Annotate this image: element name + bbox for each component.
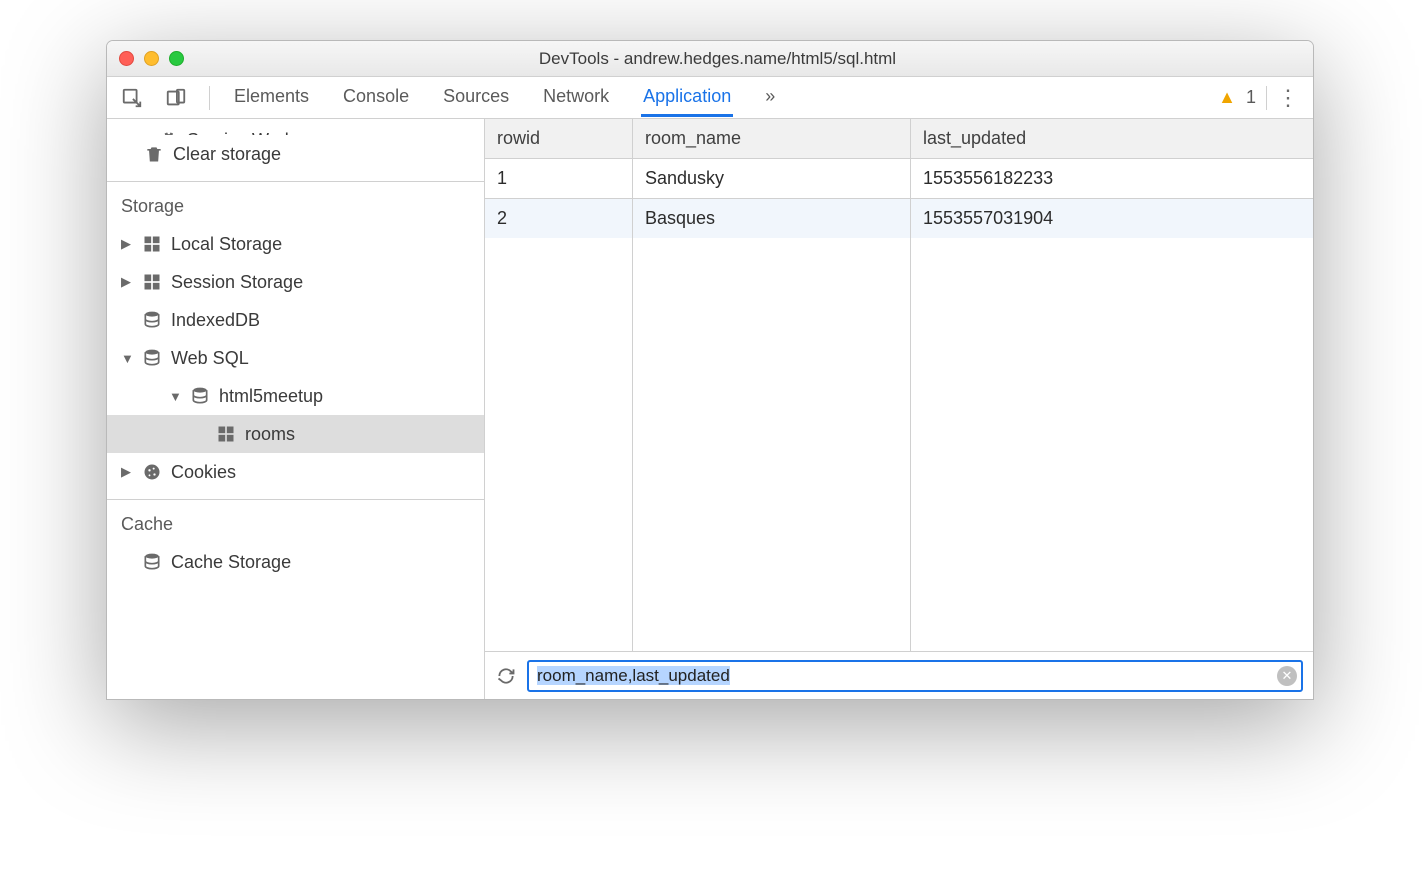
chevron-right-icon: ▶ xyxy=(121,236,133,252)
devtools-toolbar: Elements Console Sources Network Applica… xyxy=(107,77,1313,119)
tab-overflow-icon[interactable]: » xyxy=(763,78,777,117)
sidebar-item-table-rooms[interactable]: rooms xyxy=(107,415,484,453)
toolbar-divider xyxy=(209,86,210,110)
columns-filter-input[interactable] xyxy=(527,660,1303,692)
tab-elements[interactable]: Elements xyxy=(232,78,311,117)
table-cell[interactable]: 1553557031904 xyxy=(911,199,1313,238)
sidebar-item-clear-storage[interactable]: Clear storage xyxy=(107,135,484,173)
database-icon xyxy=(141,347,163,369)
clear-input-icon[interactable]: ✕ xyxy=(1277,666,1297,686)
application-sidebar: Service Workers Clear storage Storage ▶ … xyxy=(107,119,485,699)
sidebar-item-web-sql[interactable]: ▼ Web SQL xyxy=(107,339,484,377)
refresh-icon[interactable] xyxy=(495,665,517,687)
chevron-right-icon: ▶ xyxy=(121,274,133,290)
column-header-last-updated[interactable]: last_updated xyxy=(911,119,1313,159)
table-cell[interactable]: Sandusky xyxy=(633,159,911,199)
table-cell[interactable]: 1553556182233 xyxy=(911,159,1313,199)
gear-icon xyxy=(157,129,179,135)
sidebar-item-database[interactable]: ▼ html5meetup xyxy=(107,377,484,415)
warning-icon[interactable]: ▲ xyxy=(1218,87,1236,108)
sidebar-item-service-workers[interactable]: Service Workers xyxy=(107,125,484,135)
table-column-spacer xyxy=(633,238,911,651)
sidebar-item-label: Clear storage xyxy=(173,144,281,165)
sidebar-item-local-storage[interactable]: ▶ Local Storage xyxy=(107,225,484,263)
sidebar-section-cache: Cache xyxy=(107,506,484,543)
chevron-down-icon: ▼ xyxy=(121,351,133,366)
devtools-window: DevTools - andrew.hedges.name/html5/sql.… xyxy=(106,40,1314,700)
panel-tabs: Elements Console Sources Network Applica… xyxy=(232,78,777,117)
device-toolbar-icon[interactable] xyxy=(165,87,187,109)
table-cell[interactable]: 2 xyxy=(485,199,633,238)
sidebar-item-label: Local Storage xyxy=(171,234,282,255)
column-header-rowid[interactable]: rowid xyxy=(485,119,633,159)
sidebar-item-session-storage[interactable]: ▶ Session Storage xyxy=(107,263,484,301)
sidebar-item-label: Session Storage xyxy=(171,272,303,293)
table-view: rowid room_name last_updated 1 Sandusky … xyxy=(485,119,1313,699)
sidebar-item-cookies[interactable]: ▶ Cookies xyxy=(107,453,484,491)
sidebar-item-label: Cookies xyxy=(171,462,236,483)
query-bar: room_name,last_updated ✕ xyxy=(485,651,1313,699)
tab-application[interactable]: Application xyxy=(641,78,733,117)
window-title: DevTools - andrew.hedges.name/html5/sql.… xyxy=(134,49,1301,69)
chevron-down-icon: ▼ xyxy=(169,389,181,404)
sidebar-item-label: Web SQL xyxy=(171,348,249,369)
sidebar-item-label: html5meetup xyxy=(219,386,323,407)
inspect-element-icon[interactable] xyxy=(121,87,143,109)
toolbar-divider xyxy=(1266,86,1267,110)
tab-sources[interactable]: Sources xyxy=(441,78,511,117)
table-column-spacer xyxy=(911,238,1313,651)
tab-console[interactable]: Console xyxy=(341,78,411,117)
close-window-button[interactable] xyxy=(119,51,134,66)
sidebar-item-cache-storage[interactable]: ▶ Cache Storage xyxy=(107,543,484,581)
database-icon xyxy=(141,309,163,331)
database-icon xyxy=(189,385,211,407)
table-cell[interactable]: Basques xyxy=(633,199,911,238)
column-header-room-name[interactable]: room_name xyxy=(633,119,911,159)
sidebar-item-label: Cache Storage xyxy=(171,552,291,573)
table-cell[interactable]: 1 xyxy=(485,159,633,199)
sidebar-section-storage: Storage xyxy=(107,188,484,225)
titlebar: DevTools - andrew.hedges.name/html5/sql.… xyxy=(107,41,1313,77)
storage-icon xyxy=(141,233,163,255)
database-icon xyxy=(141,551,163,573)
chevron-right-icon: ▶ xyxy=(121,464,133,480)
tab-network[interactable]: Network xyxy=(541,78,611,117)
table-column-spacer xyxy=(485,238,633,651)
sidebar-item-indexeddb[interactable]: ▶ IndexedDB xyxy=(107,301,484,339)
sidebar-item-label: IndexedDB xyxy=(171,310,260,331)
warning-count: 1 xyxy=(1246,87,1256,108)
more-options-icon[interactable]: ⋮ xyxy=(1277,85,1299,111)
storage-icon xyxy=(141,271,163,293)
sidebar-item-label: rooms xyxy=(245,424,295,445)
cookie-icon xyxy=(141,461,163,483)
table-icon xyxy=(215,423,237,445)
trash-icon xyxy=(143,143,165,165)
